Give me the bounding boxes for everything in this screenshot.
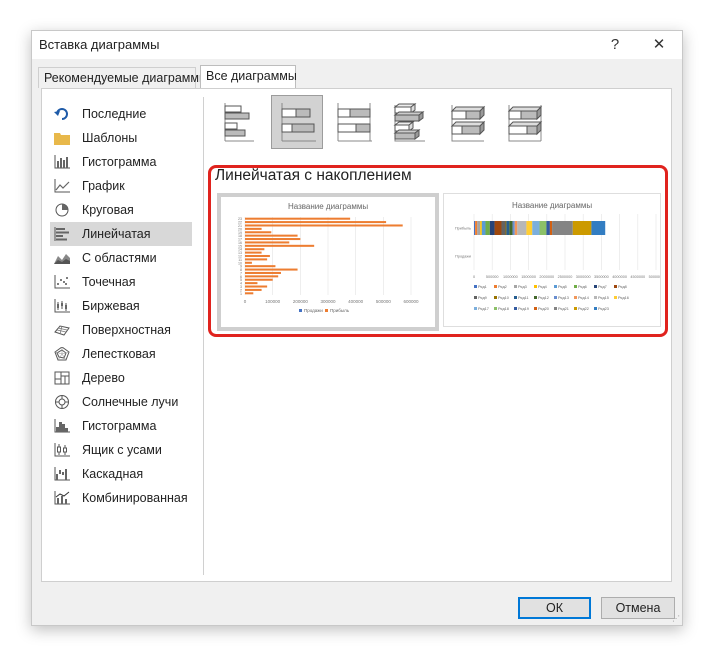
subtype-stacked-bar[interactable] <box>271 95 323 149</box>
sidebar-item-scatter[interactable]: Точечная <box>50 270 192 294</box>
tab-all-charts[interactable]: Все диаграммы <box>200 65 297 89</box>
histogram-icon <box>54 419 70 433</box>
subtype-3d-100-stacked-bar[interactable] <box>499 95 551 149</box>
3d-stacked-bar-icon <box>450 105 486 142</box>
surface-chart-icon <box>54 325 70 336</box>
dialog-title: Вставка диаграммы <box>39 37 160 52</box>
recent-icon <box>54 108 68 120</box>
sidebar-item-pie[interactable]: Круговая <box>50 198 192 222</box>
box-whisker-icon <box>54 443 70 457</box>
ok-button[interactable]: ОК <box>518 597 591 619</box>
sidebar-item-radar[interactable]: Лепестковая <box>50 342 192 366</box>
title-bar: Вставка диаграммы ? ✕ <box>32 31 682 59</box>
waterfall-icon <box>54 467 70 481</box>
subtype-100-stacked-bar[interactable] <box>328 95 380 149</box>
column-chart-icon <box>54 155 70 169</box>
sidebar-item-histogram[interactable]: Гистограмма <box>50 414 192 438</box>
sidebar-item-line[interactable]: График <box>50 174 192 198</box>
selection-highlight-frame <box>208 165 668 337</box>
100-stacked-bar-icon <box>337 103 372 142</box>
subtype-3d-stacked-bar[interactable] <box>442 95 494 149</box>
area-chart-icon <box>54 254 70 264</box>
subtype-clustered-bar[interactable] <box>214 95 266 149</box>
all-charts-panel: Последние Шаблоны Гистограмма График Кру… <box>41 88 672 582</box>
sidebar-item-treemap[interactable]: Дерево <box>50 366 192 390</box>
stacked-bar-icon <box>281 103 316 142</box>
help-icon[interactable]: ? <box>600 33 630 57</box>
sidebar-item-sunburst[interactable]: Солнечные лучи <box>50 390 192 414</box>
sidebar-item-column[interactable]: Гистограмма <box>50 150 192 174</box>
sidebar-item-recent[interactable]: Последние <box>50 102 192 126</box>
resize-grip-icon[interactable]: ⋰ <box>672 614 680 623</box>
folder-icon <box>54 133 70 145</box>
bar-chart-icon <box>54 227 69 241</box>
3d-100-stacked-bar-icon <box>507 105 543 142</box>
close-icon[interactable]: ✕ <box>644 33 674 57</box>
stock-chart-icon <box>54 299 70 313</box>
sidebar-item-surface[interactable]: Поверхностная <box>50 318 192 342</box>
sidebar-item-area[interactable]: С областями <box>50 246 192 270</box>
sidebar-item-combo[interactable]: Комбинированная <box>50 486 192 510</box>
radar-chart-icon <box>54 347 70 361</box>
tab-recommended-charts[interactable]: Рекомендуемые диаграммы <box>38 67 208 88</box>
combo-chart-icon <box>54 491 70 505</box>
sidebar-item-box-whisker[interactable]: Ящик с усами <box>50 438 192 462</box>
sidebar-item-bar[interactable]: Линейчатая <box>50 222 192 246</box>
sunburst-icon <box>55 395 69 409</box>
sidebar-item-templates[interactable]: Шаблоны <box>50 126 192 150</box>
treemap-icon <box>54 371 70 385</box>
3d-clustered-bar-icon <box>393 103 425 142</box>
insert-chart-dialog: Вставка диаграммы ? ✕ Рекомендуемые диаг… <box>31 30 683 626</box>
cancel-button[interactable]: Отмена <box>601 597 675 619</box>
sidebar-item-waterfall[interactable]: Каскадная <box>50 462 192 486</box>
clustered-bar-icon <box>224 103 254 142</box>
sidebar-item-stock[interactable]: Биржевая <box>50 294 192 318</box>
panel-divider <box>203 97 204 575</box>
scatter-chart-icon <box>54 275 70 289</box>
pie-chart-icon <box>55 203 69 217</box>
line-chart-icon <box>54 179 70 193</box>
subtype-3d-clustered-bar[interactable] <box>385 95 437 149</box>
